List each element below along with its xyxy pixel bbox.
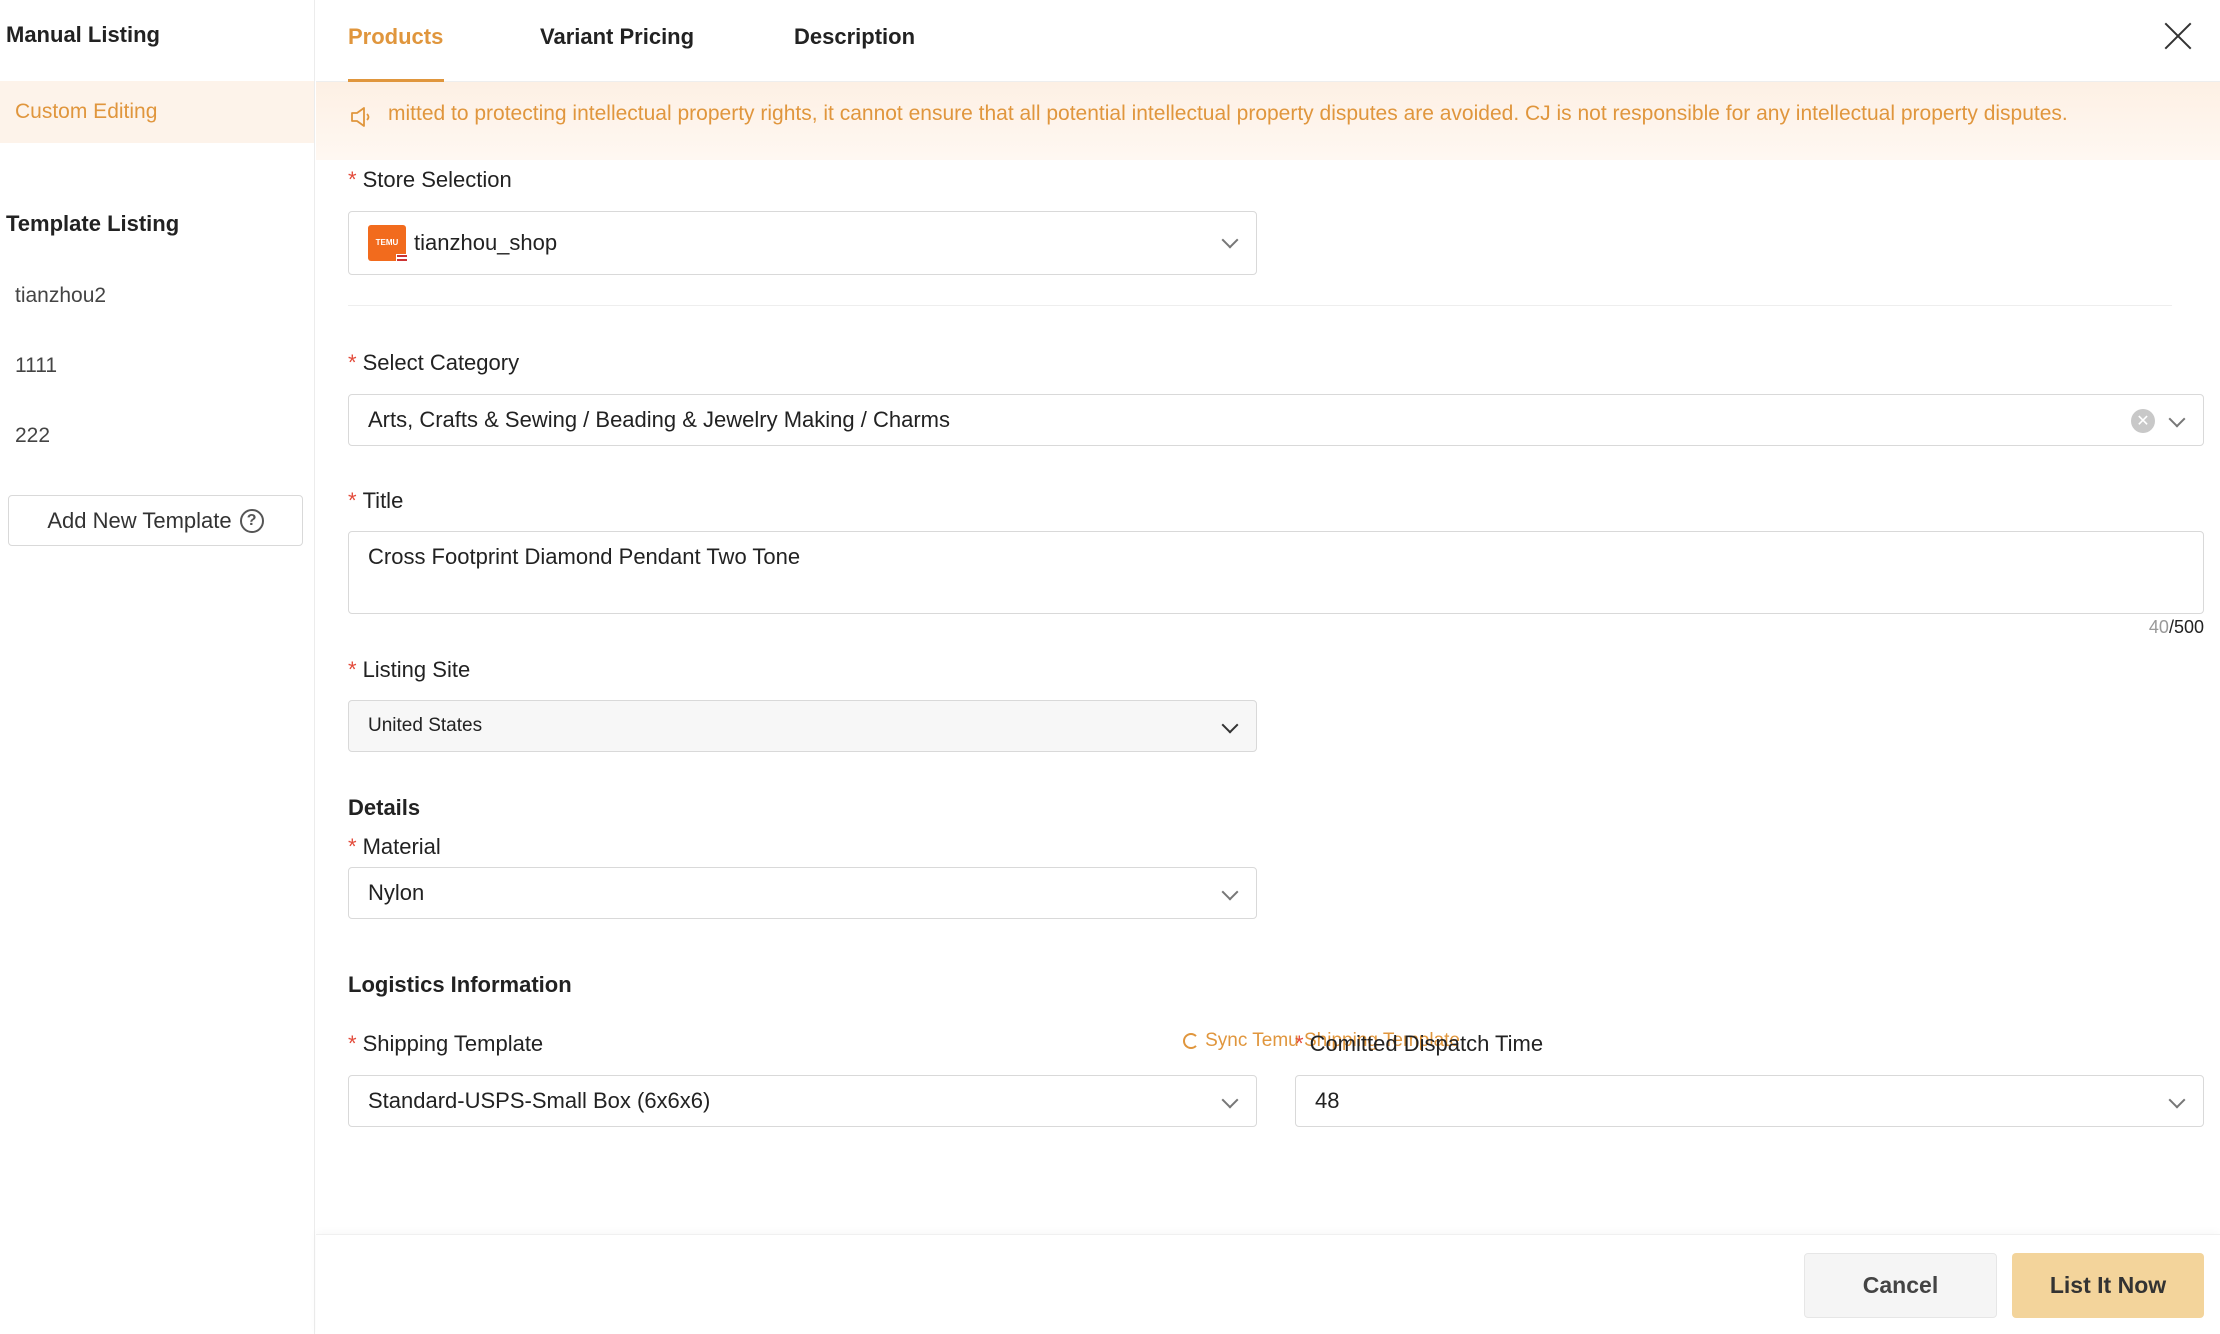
dispatch-time-select[interactable]: 48 xyxy=(1295,1075,2204,1127)
add-new-template-button[interactable]: Add New Template ? xyxy=(8,495,303,546)
logistics-heading: Logistics Information xyxy=(348,972,572,997)
manual-listing-heading: Manual Listing xyxy=(6,22,160,47)
us-flag-icon xyxy=(396,254,408,263)
footer-bar: Cancel List It Now xyxy=(316,1234,2220,1334)
listing-site-label: * Listing Site xyxy=(348,657,471,682)
material-select-value: Nylon xyxy=(368,880,425,905)
chevron-down-icon xyxy=(1221,1091,1239,1109)
close-icon[interactable] xyxy=(2160,18,2196,54)
store-selection-label: * Store Selection xyxy=(348,167,512,192)
dispatch-time-value: 48 xyxy=(1315,1088,1340,1113)
chevron-down-icon xyxy=(2168,1091,2186,1109)
sidebar: Manual Listing Custom Editing Template L… xyxy=(0,0,315,1334)
shipping-template-select[interactable]: Standard-USPS-Small Box (6x6x6) xyxy=(348,1075,1257,1127)
chevron-down-icon xyxy=(1221,716,1239,734)
shipping-template-label: * Shipping Template xyxy=(348,1031,544,1056)
clear-icon[interactable]: ✕ xyxy=(2131,409,2155,433)
help-icon[interactable]: ? xyxy=(239,508,264,533)
category-select-value: Arts, Crafts & Sewing / Beading & Jewelr… xyxy=(368,407,950,432)
chevron-down-icon xyxy=(2168,410,2186,428)
main-panel: Products Variant Pricing Description mit… xyxy=(316,0,2220,1334)
sidebar-item-template-1111[interactable]: 1111 xyxy=(0,335,314,397)
section-divider xyxy=(348,305,2172,306)
tab-variant-pricing[interactable]: Variant Pricing xyxy=(540,24,694,50)
title-char-counter: 40/500 xyxy=(2148,617,2204,637)
sync-icon xyxy=(1183,1033,1200,1049)
notice-banner: mitted to protecting intellectual proper… xyxy=(316,82,2220,160)
chevron-down-icon xyxy=(1221,883,1239,901)
category-select[interactable]: Arts, Crafts & Sewing / Beading & Jewelr… xyxy=(348,394,2204,446)
template-listing-heading: Template Listing xyxy=(6,211,180,236)
list-it-now-button[interactable]: List It Now xyxy=(2012,1253,2204,1318)
tab-description[interactable]: Description xyxy=(794,24,915,50)
listing-site-select[interactable]: United States xyxy=(348,700,1257,752)
store-select-value: tianzhou_shop xyxy=(414,230,558,255)
material-label: * Material xyxy=(348,834,441,859)
shipping-template-value: Standard-USPS-Small Box (6x6x6) xyxy=(368,1088,711,1113)
notice-text: mitted to protecting intellectual proper… xyxy=(388,102,2068,125)
listing-site-value: United States xyxy=(368,715,483,736)
chevron-down-icon xyxy=(1221,231,1239,249)
sidebar-item-custom-editing[interactable]: Custom Editing xyxy=(0,81,314,143)
speaker-icon xyxy=(351,107,370,127)
temu-store-logo: TEMU xyxy=(368,225,408,263)
details-heading: Details xyxy=(348,795,421,820)
sidebar-item-template-222[interactable]: 222 xyxy=(0,405,314,467)
dispatch-time-label: * Comitted Dispatch Time xyxy=(1295,1031,1544,1056)
sidebar-item-template-tianzhou2[interactable]: tianzhou2 xyxy=(0,265,314,327)
material-select[interactable]: Nylon xyxy=(348,867,1257,919)
select-category-label: * Select Category xyxy=(348,350,520,375)
title-textarea[interactable]: Cross Footprint Diamond Pendant Two Tone xyxy=(348,531,2204,614)
title-label: * Title xyxy=(348,488,404,513)
store-select[interactable]: TEMU tianzhou_shop xyxy=(348,211,1257,275)
add-new-template-label: Add New Template xyxy=(47,507,232,533)
tab-products[interactable]: Products xyxy=(348,24,443,50)
cancel-button[interactable]: Cancel xyxy=(1804,1253,1997,1318)
tab-bar: Products Variant Pricing Description xyxy=(316,0,2220,82)
